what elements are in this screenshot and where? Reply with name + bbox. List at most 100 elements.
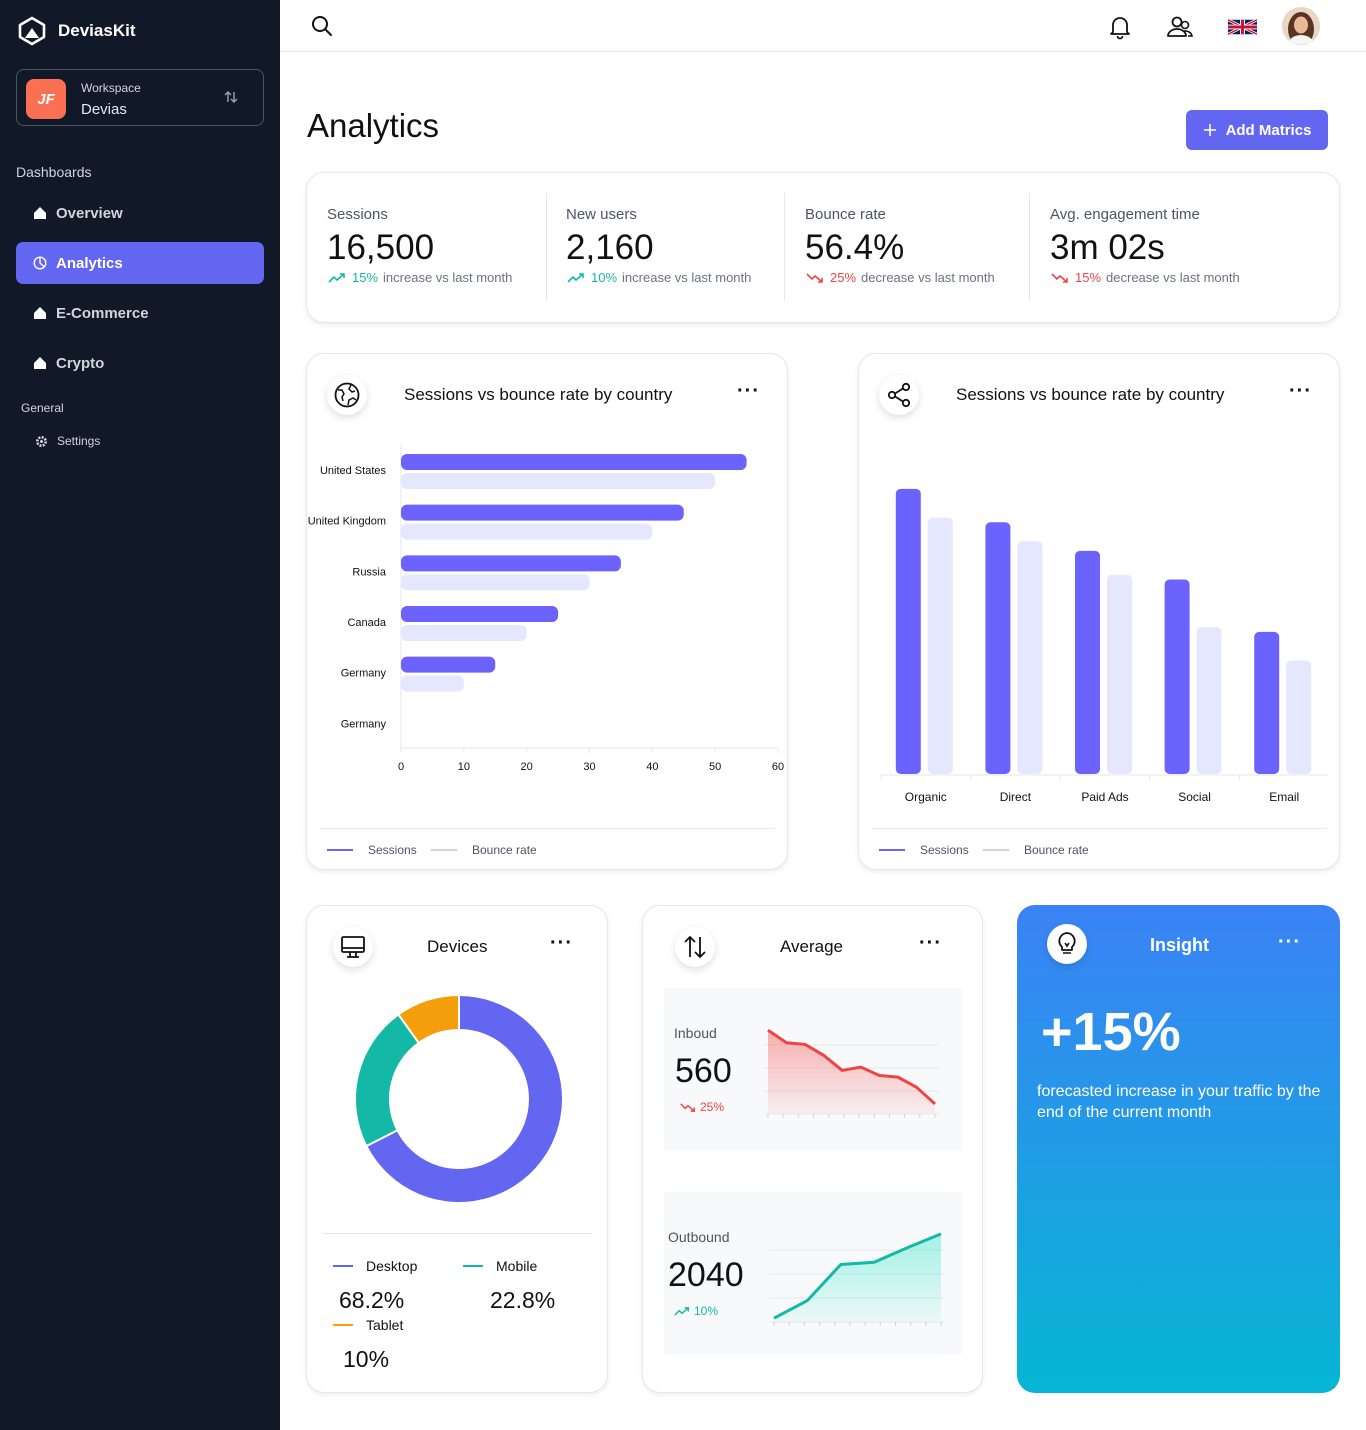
plus-icon: [1203, 124, 1216, 136]
sidebar-item-ecommerce[interactable]: E-Commerce: [16, 292, 264, 334]
users-icon[interactable]: [1166, 14, 1194, 40]
bar-bounce-rate: [401, 625, 527, 641]
outbound-change-value: 10%: [694, 1304, 719, 1318]
stat-change-value: 25%: [830, 270, 857, 285]
more-options-icon[interactable]: ···: [550, 933, 573, 953]
bar-bounce-rate: [401, 574, 590, 591]
legend-sessions[interactable]: Sessions: [879, 843, 969, 857]
devices-card: Devices ··· Desktop 68.2% Mobile 22.8% T…: [306, 905, 608, 1393]
search-icon[interactable]: [310, 14, 334, 38]
home-icon: [34, 207, 46, 219]
legend-swatch: [463, 1265, 483, 1267]
sidebar-item-analytics[interactable]: Analytics: [16, 242, 264, 284]
sidebar-item-label: E-Commerce: [56, 304, 149, 322]
bar-bounce-rate: [401, 473, 716, 489]
legend-sessions[interactable]: Sessions: [327, 843, 417, 857]
mobile-value: 22.8%: [490, 1287, 556, 1313]
average-card: Average ··· Inboud 560 25% Outbound 2040…: [642, 905, 983, 1393]
bar-bounce-rate: [927, 517, 953, 774]
legend-swatch: [327, 849, 353, 851]
trend-down-icon: [680, 1102, 696, 1112]
y-tick-label: United States: [320, 465, 387, 477]
stat-engagement-time: Avg. engagement time 3m 02s 15% decrease…: [1050, 206, 1240, 285]
country-bar-chart: United States United Kingdom Russia Canada G…: [308, 444, 784, 773]
stat-change: 15% decrease vs last month: [1050, 270, 1240, 285]
legend-tablet: Tablet: [333, 1317, 403, 1333]
workspace-switcher[interactable]: JF Workspace Devias: [16, 69, 264, 126]
country-chart-card: Sessions vs bounce rate by country ··· U…: [306, 353, 788, 870]
sidebar-item-label: Overview: [56, 204, 123, 222]
sidebar-item-overview[interactable]: Overview: [16, 192, 264, 234]
gear-icon: [36, 435, 47, 447]
legend-label: Bounce rate: [472, 843, 537, 857]
stat-bounce-rate: Bounce rate 56.4% 25% decrease vs last m…: [805, 206, 995, 285]
stat-label: Bounce rate: [805, 206, 886, 223]
legend-mobile: Mobile: [463, 1258, 537, 1274]
more-options-icon[interactable]: ···: [1289, 381, 1312, 401]
legend-divider: [871, 828, 1327, 829]
stats-card: Sessions 16,500 15% increase vs last mon…: [306, 172, 1340, 323]
stat-sessions: Sessions 16,500 15% increase vs last mon…: [327, 206, 512, 285]
more-options-icon[interactable]: ···: [1278, 932, 1301, 952]
legend-label: Bounce rate: [1024, 843, 1089, 857]
outbound-value: 2040: [668, 1256, 744, 1294]
x-tick-label: 30: [583, 761, 595, 773]
stat-change-value: 15%: [352, 270, 379, 285]
workspace-label: Workspace: [81, 81, 141, 95]
legend-bounce-rate[interactable]: Bounce rate: [431, 843, 537, 857]
sidebar-item-settings[interactable]: Settings: [16, 427, 264, 455]
bar-bounce-rate: [1107, 574, 1132, 774]
bar-sessions: [985, 522, 1011, 774]
stat-change-value: 15%: [1075, 270, 1102, 285]
bar-sessions: [401, 606, 559, 622]
legend-swatch: [333, 1265, 353, 1267]
switch-arrows-icon: [224, 91, 238, 103]
bar-bounce-rate: [401, 523, 653, 540]
sidebar-item-crypto[interactable]: Crypto: [16, 342, 264, 384]
transfer-arrows-icon: [675, 927, 715, 967]
x-tick-label: Paid Ads: [1081, 790, 1128, 804]
inbound-label: Inboud: [674, 1025, 717, 1041]
insight-card: Insight ··· +15% forecasted increase in …: [1017, 905, 1340, 1393]
bar-sessions: [895, 488, 921, 774]
bar-bounce-rate: [1017, 541, 1043, 774]
bar-sessions: [1164, 579, 1190, 774]
more-options-icon[interactable]: ···: [919, 933, 942, 953]
sidebar-item-label: Settings: [57, 434, 101, 448]
stat-change: 10% increase vs last month: [566, 270, 751, 285]
brand[interactable]: DeviasKit: [18, 16, 135, 46]
stat-value: 3m 02s: [1050, 228, 1165, 267]
tablet-value: 10%: [343, 1346, 390, 1372]
chart-title: Sessions vs bounce rate by country: [404, 385, 673, 404]
x-tick-label: 50: [709, 761, 721, 773]
more-options-icon[interactable]: ···: [737, 381, 760, 401]
outbound-area-chart: [770, 1232, 945, 1326]
inbound-value: 560: [675, 1052, 732, 1090]
stat-change-value: 10%: [591, 270, 618, 285]
uk-flag-icon[interactable]: [1228, 19, 1257, 35]
x-tick-label: Organic: [905, 790, 947, 804]
bell-icon[interactable]: [1108, 14, 1132, 40]
legend-divider: [319, 828, 775, 829]
stat-new-users: New users 2,160 10% increase vs last mon…: [566, 206, 751, 285]
legend-divider: [323, 1233, 593, 1234]
stat-change: 25% decrease vs last month: [805, 270, 995, 285]
legend-label: Mobile: [496, 1258, 538, 1274]
bar-sessions: [1075, 550, 1100, 774]
add-metrics-button[interactable]: Add Matrics: [1186, 110, 1328, 150]
devices-donut-chart: [354, 994, 564, 1204]
legend-swatch: [333, 1324, 353, 1326]
x-tick-label: Email: [1269, 790, 1299, 804]
legend-bounce-rate[interactable]: Bounce rate: [983, 843, 1089, 857]
stat-change-text: increase vs last month: [383, 270, 513, 285]
workspace-name: Devias: [81, 101, 127, 118]
x-tick-label: 0: [398, 761, 404, 773]
stat-value: 56.4%: [805, 228, 905, 267]
stat-label: Avg. engagement time: [1050, 206, 1200, 223]
legend-label: Sessions: [920, 843, 969, 857]
bar-sessions: [401, 656, 496, 673]
avatar[interactable]: [1282, 7, 1320, 45]
logo-icon: [18, 16, 46, 46]
bar-bounce-rate: [401, 675, 464, 692]
outbound-panel: Outbound 2040 10%: [664, 1192, 962, 1355]
